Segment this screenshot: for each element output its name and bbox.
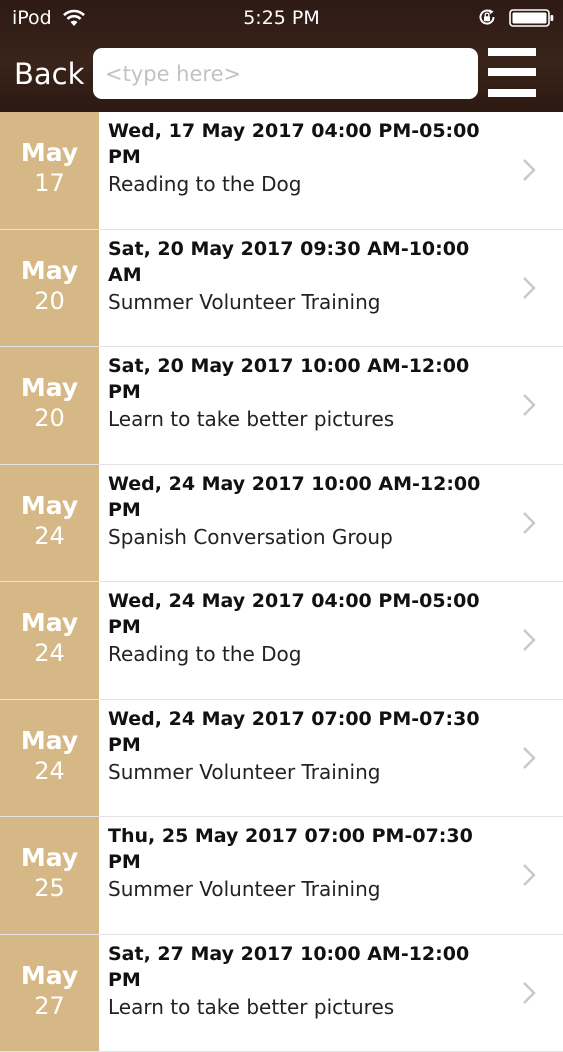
event-details: Sat, 20 May 2017 09:30 AM-10:00 AM Summe… xyxy=(108,236,503,316)
event-datetime: Thu, 25 May 2017 07:00 PM-07:30 PM xyxy=(108,823,503,875)
date-badge: May 24 xyxy=(0,700,99,817)
back-button[interactable]: Back xyxy=(14,56,84,92)
search-input[interactable] xyxy=(93,48,478,99)
date-month: May xyxy=(0,491,99,521)
event-row[interactable]: May 24 Wed, 24 May 2017 07:00 PM-07:30 P… xyxy=(0,700,563,818)
event-row[interactable]: May 24 Wed, 24 May 2017 10:00 AM-12:00 P… xyxy=(0,465,563,583)
event-datetime: Wed, 24 May 2017 07:00 PM-07:30 PM xyxy=(108,706,503,758)
date-day: 17 xyxy=(0,168,99,198)
date-day: 24 xyxy=(0,756,99,786)
date-month: May xyxy=(0,138,99,168)
date-badge: May 24 xyxy=(0,465,99,582)
chevron-right-icon xyxy=(521,157,537,183)
chevron-right-icon xyxy=(521,980,537,1006)
event-row[interactable]: May 27 Sat, 27 May 2017 10:00 AM-12:00 P… xyxy=(0,935,563,1052)
event-datetime: Sat, 20 May 2017 09:30 AM-10:00 AM xyxy=(108,236,503,288)
event-datetime: Wed, 24 May 2017 04:00 PM-05:00 PM xyxy=(108,588,503,640)
battery-icon xyxy=(509,9,555,27)
event-title: Reading to the Dog xyxy=(108,640,503,668)
event-title: Learn to take better pictures xyxy=(108,405,503,433)
event-title: Learn to take better pictures xyxy=(108,993,503,1021)
date-badge: May 17 xyxy=(0,112,99,229)
event-details: Wed, 17 May 2017 04:00 PM-05:00 PM Readi… xyxy=(108,118,503,198)
date-day: 25 xyxy=(0,873,99,903)
event-details: Sat, 27 May 2017 10:00 AM-12:00 PM Learn… xyxy=(108,941,503,1021)
chevron-right-icon xyxy=(521,275,537,301)
date-month: May xyxy=(0,373,99,403)
date-month: May xyxy=(0,256,99,286)
event-datetime: Sat, 20 May 2017 10:00 AM-12:00 PM xyxy=(108,353,503,405)
date-month: May xyxy=(0,961,99,991)
date-badge: May 20 xyxy=(0,347,99,464)
event-row[interactable]: May 17 Wed, 17 May 2017 04:00 PM-05:00 P… xyxy=(0,112,563,230)
chevron-right-icon xyxy=(521,392,537,418)
event-details: Thu, 25 May 2017 07:00 PM-07:30 PM Summe… xyxy=(108,823,503,903)
menu-button[interactable] xyxy=(488,48,536,98)
event-title: Reading to the Dog xyxy=(108,170,503,198)
event-row[interactable]: May 24 Wed, 24 May 2017 04:00 PM-05:00 P… xyxy=(0,582,563,700)
event-title: Summer Volunteer Training xyxy=(108,875,503,903)
event-title: Summer Volunteer Training xyxy=(108,288,503,316)
date-day: 27 xyxy=(0,991,99,1021)
event-datetime: Sat, 27 May 2017 10:00 AM-12:00 PM xyxy=(108,941,503,993)
date-day: 20 xyxy=(0,403,99,433)
chevron-right-icon xyxy=(521,510,537,536)
date-badge: May 24 xyxy=(0,582,99,699)
event-list: May 17 Wed, 17 May 2017 04:00 PM-05:00 P… xyxy=(0,112,563,1052)
event-title: Summer Volunteer Training xyxy=(108,758,503,786)
event-details: Wed, 24 May 2017 07:00 PM-07:30 PM Summe… xyxy=(108,706,503,786)
date-month: May xyxy=(0,608,99,638)
date-badge: May 25 xyxy=(0,817,99,934)
date-badge: May 27 xyxy=(0,935,99,1052)
date-badge: May 20 xyxy=(0,230,99,347)
date-day: 24 xyxy=(0,521,99,551)
chevron-right-icon xyxy=(521,745,537,771)
lock-icon xyxy=(477,7,497,27)
chevron-right-icon xyxy=(521,627,537,653)
event-datetime: Wed, 24 May 2017 10:00 AM-12:00 PM xyxy=(108,471,503,523)
event-title: Spanish Conversation Group xyxy=(108,523,503,551)
date-day: 24 xyxy=(0,638,99,668)
event-row[interactable]: May 20 Sat, 20 May 2017 09:30 AM-10:00 A… xyxy=(0,230,563,348)
chevron-right-icon xyxy=(521,862,537,888)
event-row[interactable]: May 20 Sat, 20 May 2017 10:00 AM-12:00 P… xyxy=(0,347,563,465)
event-row[interactable]: May 25 Thu, 25 May 2017 07:00 PM-07:30 P… xyxy=(0,817,563,935)
date-month: May xyxy=(0,726,99,756)
event-datetime: Wed, 17 May 2017 04:00 PM-05:00 PM xyxy=(108,118,503,170)
event-details: Wed, 24 May 2017 04:00 PM-05:00 PM Readi… xyxy=(108,588,503,668)
event-details: Sat, 20 May 2017 10:00 AM-12:00 PM Learn… xyxy=(108,353,503,433)
top-bar: iPod 5:25 PM Back xyxy=(0,0,563,112)
event-details: Wed, 24 May 2017 10:00 AM-12:00 PM Spani… xyxy=(108,471,503,551)
date-month: May xyxy=(0,843,99,873)
date-day: 20 xyxy=(0,286,99,316)
status-bar: iPod 5:25 PM xyxy=(0,0,563,36)
